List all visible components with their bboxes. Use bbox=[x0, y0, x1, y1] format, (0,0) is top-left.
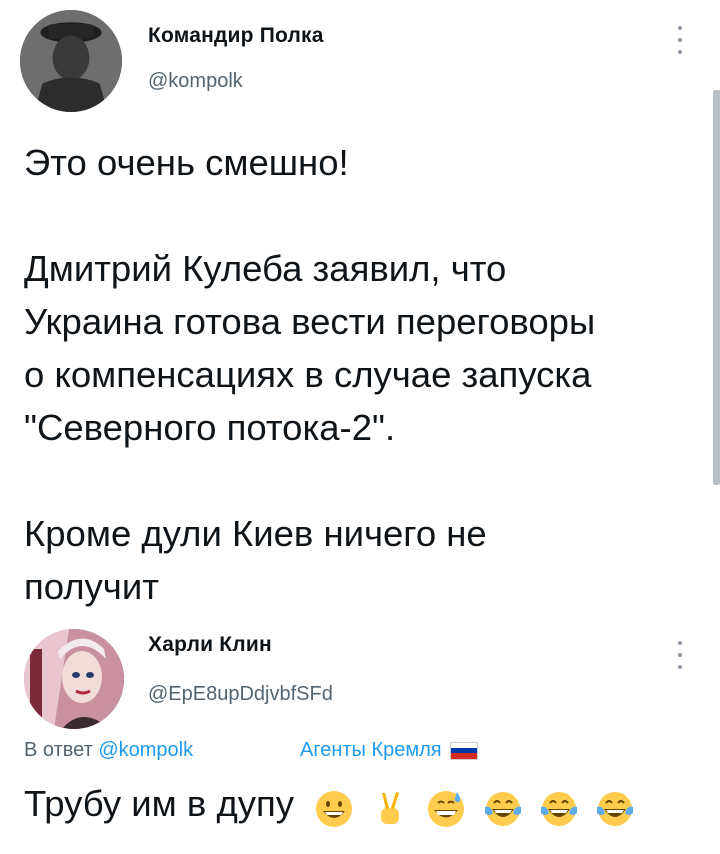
victory-hand-icon bbox=[370, 789, 410, 829]
more-vertical-icon[interactable] bbox=[676, 641, 684, 669]
tweet-text-line: Это очень смешно! bbox=[24, 142, 349, 183]
more-vertical-icon[interactable] bbox=[676, 26, 684, 54]
russia-flag-icon bbox=[449, 741, 478, 760]
tweet-reply[interactable]: Харли Клин @EpE8upDdjvbfSFd В ответ @kom… bbox=[0, 615, 720, 854]
grinning-face-icon bbox=[314, 789, 354, 829]
tweet-text-line: о компенсациях в случае запуска bbox=[24, 354, 592, 395]
scrollbar[interactable] bbox=[713, 90, 720, 485]
author-name[interactable]: Харли Клин bbox=[148, 633, 272, 657]
grinning-sweat-face-icon bbox=[426, 789, 466, 829]
author-handle[interactable]: @kompolk bbox=[148, 70, 243, 93]
tweet-text: Трубу им в дупу bbox=[24, 777, 704, 833]
tweet-text-line: "Северного потока-2". bbox=[24, 407, 396, 448]
avatar-reply-author[interactable] bbox=[24, 629, 124, 729]
tweet-text-blank-line bbox=[24, 189, 704, 242]
tweet-text-line: Украина готова вести переговоры bbox=[24, 301, 596, 342]
tears-of-joy-face-icon bbox=[483, 789, 523, 829]
author-handle[interactable]: @EpE8upDdjvbfSFd bbox=[148, 683, 333, 706]
tears-of-joy-face-icon bbox=[539, 789, 579, 829]
tweet-text: Это очень смешно! Дмитрий Кулеба заявил,… bbox=[24, 136, 704, 613]
author-name[interactable]: Командир Полка bbox=[148, 24, 324, 48]
avatar-kompolk[interactable] bbox=[20, 10, 122, 112]
avatar-portrait-icon bbox=[24, 629, 124, 729]
tweet-text-blank-line bbox=[24, 454, 704, 507]
reply-context: В ответ @kompolk bbox=[24, 739, 193, 762]
avatar-portrait-icon bbox=[20, 10, 122, 112]
tears-of-joy-face-icon bbox=[595, 789, 635, 829]
tweet-kompolk[interactable]: Командир Полка @kompolk Это очень смешно… bbox=[0, 0, 720, 615]
emoji-row bbox=[314, 780, 641, 833]
tweet-text-line: Дмитрий Кулеба заявил, что bbox=[24, 248, 507, 289]
reply-prefix: В ответ bbox=[24, 739, 99, 761]
account-label[interactable]: Агенты Кремля bbox=[300, 739, 478, 762]
account-label-text: Агенты Кремля bbox=[300, 739, 442, 761]
tweet-text-line: получит bbox=[24, 566, 159, 607]
reply-mention-link[interactable]: @kompolk bbox=[98, 739, 193, 761]
tweet-text-line: Трубу им в дупу bbox=[24, 783, 295, 824]
tweet-text-line: Кроме дули Киев ничего не bbox=[24, 513, 487, 554]
